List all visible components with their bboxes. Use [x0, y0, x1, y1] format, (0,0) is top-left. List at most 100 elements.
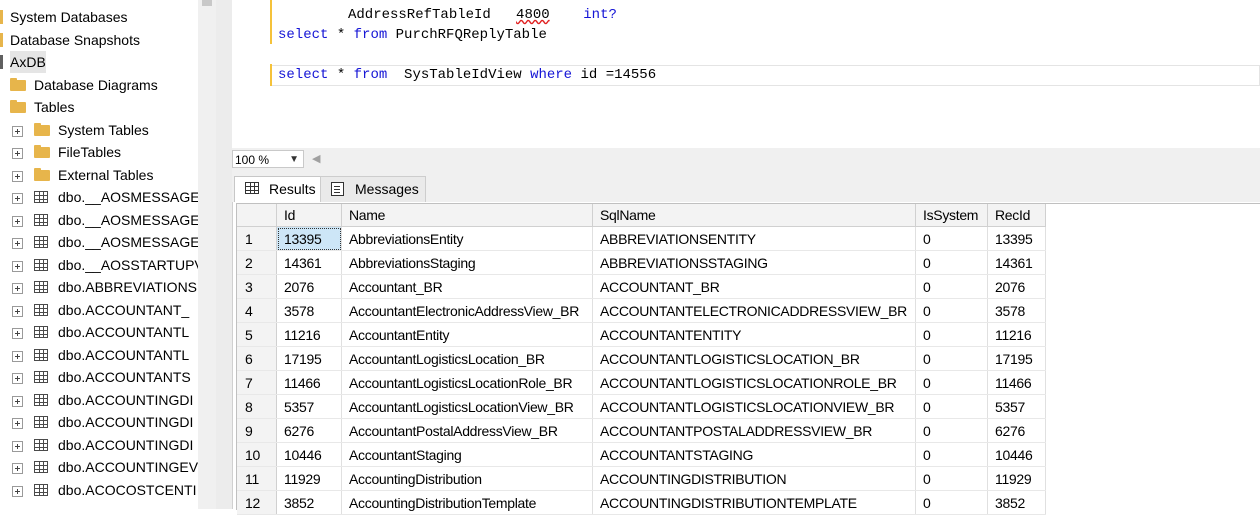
grid-cell[interactable]: AccountantLogisticsLocationRole_BR — [341, 370, 593, 395]
grid-cell[interactable]: 11929 — [276, 466, 342, 491]
grid-cell[interactable]: 10446 — [987, 442, 1046, 467]
expand-icon[interactable] — [12, 193, 23, 204]
table-row[interactable]: 7 11466 AccountantLogisticsLocationRole_BR… — [237, 370, 1046, 395]
zoom-dropdown[interactable]: 100 % ▼ — [232, 150, 304, 168]
grid-cell[interactable]: 2076 — [987, 274, 1046, 299]
code-line[interactable]: AddressRefTableId 4800 int? — [348, 5, 617, 25]
tree-node[interactable]: System Databases — [0, 6, 198, 28]
expand-icon[interactable] — [12, 328, 23, 339]
grid-cell[interactable]: 11466 — [276, 370, 342, 395]
grid-cell[interactable]: 5357 — [276, 394, 342, 419]
grid-cell[interactable]: ABBREVIATIONSSTAGING — [592, 250, 916, 275]
tree-node[interactable]: dbo.ACCOUNTINGDI — [0, 411, 198, 433]
tree-node[interactable]: dbo.ABBREVIATIONS — [0, 276, 198, 298]
row-number[interactable]: 3 — [237, 274, 277, 299]
row-number[interactable]: 11 — [237, 466, 277, 491]
grid-cell[interactable]: AccountantLogisticsLocation_BR — [341, 346, 593, 371]
expand-icon[interactable] — [12, 238, 23, 249]
grid-cell[interactable]: 0 — [915, 298, 988, 323]
grid-cell[interactable]: 5357 — [987, 394, 1046, 419]
tree-node[interactable]: System Tables — [0, 119, 198, 141]
grid-cell[interactable]: 0 — [915, 442, 988, 467]
expand-icon[interactable] — [12, 305, 23, 317]
grid-cell[interactable]: 3578 — [987, 298, 1046, 323]
expand-icon[interactable] — [12, 148, 23, 159]
grid-cell[interactable]: ACCOUNTANTLOGISTICSLOCATIONROLE_BR — [592, 370, 916, 395]
tree-node[interactable]: dbo.ACCOUNTINGDI — [0, 434, 198, 456]
tree-node[interactable]: dbo.ACCOUNTANTL — [0, 344, 198, 366]
table-row[interactable]: 11 11929 AccountingDistribution ACCOUNTINGD… — [237, 466, 1046, 491]
table-row[interactable]: 10 10446 AccountantStaging ACCOUNTANTSTAGIN… — [237, 442, 1046, 467]
grid-cell[interactable]: 13395 — [987, 226, 1046, 251]
grid-cell[interactable]: 11466 — [987, 370, 1046, 395]
column-header[interactable]: Name — [341, 204, 593, 227]
grid-cell[interactable]: 0 — [915, 274, 988, 299]
tree-node[interactable]: External Tables — [0, 164, 198, 186]
table-row[interactable]: 6 17195 AccountantLogisticsLocation_BR ACCO… — [237, 346, 1046, 371]
grid-cell[interactable]: 13395 — [276, 226, 342, 251]
pane-splitter[interactable] — [216, 0, 233, 509]
tree-node[interactable]: dbo.ACCOUNTINGDI — [0, 389, 198, 411]
tree-node[interactable]: dbo.__AOSMESSAGEI — [0, 209, 198, 231]
grid-cell[interactable]: 6276 — [987, 418, 1046, 443]
row-number[interactable]: 9 — [237, 418, 277, 443]
row-number[interactable]: 12 — [237, 490, 277, 515]
grid-cell[interactable]: 0 — [915, 394, 988, 419]
tree-node[interactable]: dbo.__AOSMESSAGEC — [0, 186, 198, 208]
grid-cell[interactable]: ACCOUNTANTLOGISTICSLOCATIONVIEW_BR — [592, 394, 916, 419]
expand-icon[interactable] — [12, 260, 23, 272]
grid-cell[interactable]: 0 — [915, 346, 988, 371]
grid-cell[interactable]: ACCOUNTANTPOSTALADDRESSVIEW_BR — [592, 418, 916, 443]
grid-cell[interactable]: ACCOUNTINGDISTRIBUTION — [592, 466, 916, 491]
grid-cell[interactable]: ACCOUNTANT_BR — [592, 274, 916, 299]
expand-icon[interactable] — [12, 373, 23, 384]
query-editor[interactable]: AddressRefTableId 4800 int? select * fro… — [232, 0, 1260, 148]
tree-node[interactable]: dbo.ACCOUNTANT_ — [0, 299, 198, 321]
grid-cell[interactable]: 3852 — [276, 490, 342, 515]
grid-cell[interactable]: 17195 — [987, 346, 1046, 371]
grid-cell[interactable]: AccountantStaging — [341, 442, 593, 467]
expand-icon[interactable] — [12, 283, 23, 294]
expand-icon[interactable] — [12, 170, 23, 182]
results-grid[interactable]: Id Name SqlName IsSystem RecId 1 13395 Abb… — [236, 203, 1260, 515]
grid-cell[interactable]: 10446 — [276, 442, 342, 467]
expand-icon[interactable] — [12, 440, 23, 452]
grid-cell[interactable]: Accountant_BR — [341, 274, 593, 299]
grid-cell[interactable]: 11929 — [987, 466, 1046, 491]
expand-icon[interactable] — [12, 418, 23, 429]
table-row[interactable]: 8 5357 AccountantLogisticsLocationView_BR A… — [237, 394, 1046, 419]
grid-cell[interactable]: AccountingDistributionTemplate — [341, 490, 593, 515]
grid-cell[interactable]: 0 — [915, 322, 988, 347]
grid-cell[interactable]: 0 — [915, 370, 988, 395]
scroll-left-icon[interactable]: ◀ — [312, 152, 320, 165]
expand-icon[interactable] — [12, 215, 23, 227]
table-row[interactable]: 9 6276 AccountantPostalAddressView_BR ACCOU… — [237, 418, 1046, 443]
row-number[interactable]: 8 — [237, 394, 277, 419]
tab-messages[interactable]: Messages — [320, 176, 426, 202]
table-row[interactable]: 12 3852 AccountingDistributionTemplate ACCO… — [237, 490, 1046, 515]
grid-cell[interactable]: ACCOUNTANTSTAGING — [592, 442, 916, 467]
grid-cell[interactable]: 2076 — [276, 274, 342, 299]
grid-cell[interactable]: ACCOUNTANTENTITY — [592, 322, 916, 347]
row-number[interactable]: 10 — [237, 442, 277, 467]
grid-cell[interactable]: 11216 — [987, 322, 1046, 347]
grid-cell[interactable]: AccountantLogisticsLocationView_BR — [341, 394, 593, 419]
expand-icon[interactable] — [12, 463, 23, 474]
explorer-scrollbar-thumb[interactable] — [202, 0, 212, 6]
table-row[interactable]: 5 11216 AccountantEntity ACCOUNTANTENTITY 0 1… — [237, 322, 1046, 347]
grid-cell[interactable]: 0 — [915, 466, 988, 491]
row-number[interactable]: 6 — [237, 346, 277, 371]
tree-node[interactable]: FileTables — [0, 141, 198, 163]
tree-node[interactable]: dbo.ACCOUNTANTL — [0, 321, 198, 343]
grid-cell[interactable]: 11216 — [276, 322, 342, 347]
grid-cell[interactable]: 14361 — [987, 250, 1046, 275]
grid-cell[interactable]: AccountantElectronicAddressView_BR — [341, 298, 593, 323]
tree-node[interactable]: dbo.__AOSSTARTUPV — [0, 254, 198, 276]
grid-cell[interactable]: 14361 — [276, 250, 342, 275]
code-line[interactable]: select * from SysTableIdView where id =1… — [278, 65, 656, 85]
grid-cell[interactable]: 0 — [915, 226, 988, 251]
code-line[interactable]: select * from PurchRFQReplyTable — [278, 25, 547, 45]
expand-icon[interactable] — [12, 485, 23, 497]
row-number[interactable]: 4 — [237, 298, 277, 323]
explorer-scrollbar[interactable] — [198, 0, 216, 509]
